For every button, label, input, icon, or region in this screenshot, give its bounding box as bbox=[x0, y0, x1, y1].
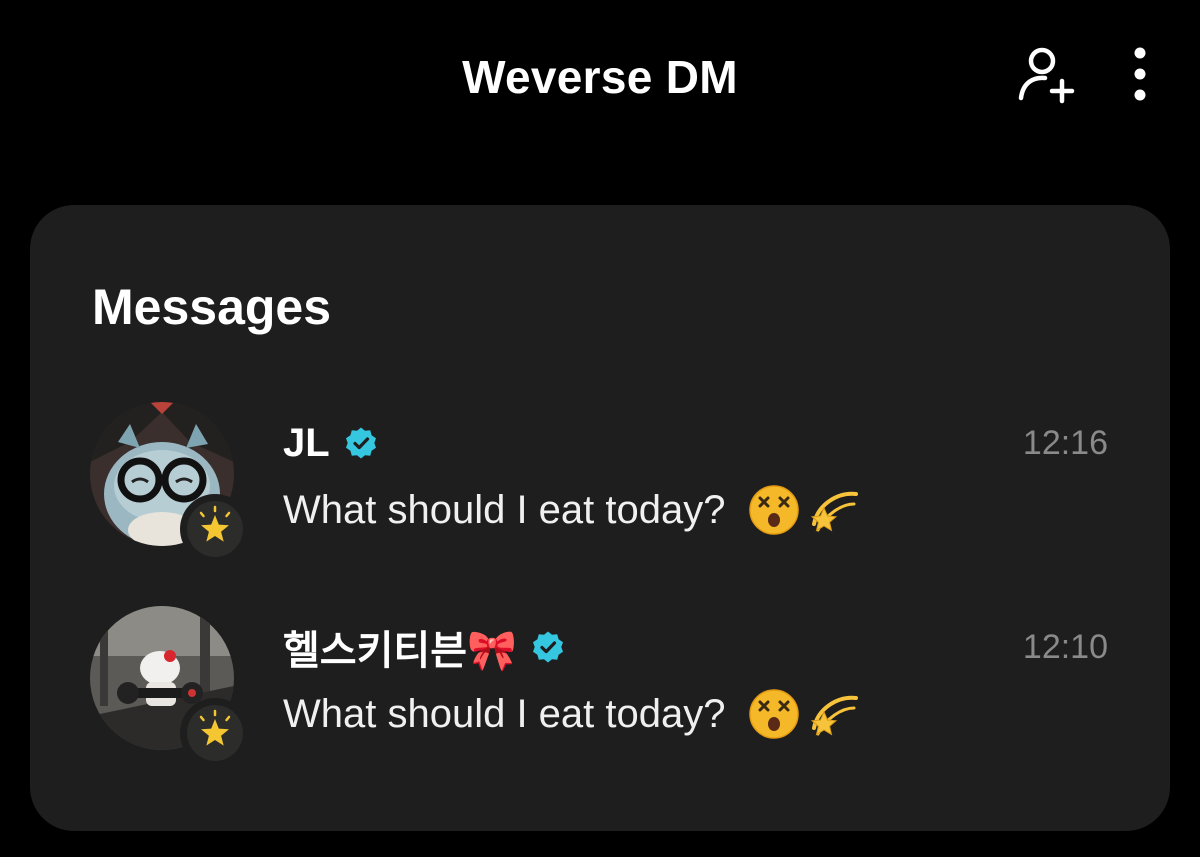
app-header: Weverse DM bbox=[0, 0, 1200, 150]
avatar-badge bbox=[180, 698, 250, 768]
more-options-button[interactable] bbox=[1120, 44, 1160, 104]
message-preview-text: What should I eat today? bbox=[283, 487, 726, 532]
avatar bbox=[90, 402, 250, 564]
contact-name: JL bbox=[283, 420, 330, 465]
message-time: 12:16 bbox=[1022, 424, 1108, 462]
dizzy-face-emoji bbox=[748, 485, 799, 535]
avatar-badge bbox=[180, 494, 250, 564]
dizzy-face-emoji bbox=[748, 689, 799, 739]
more-vertical-icon bbox=[1134, 47, 1146, 101]
dizzy-star-emoji bbox=[810, 695, 858, 736]
conversation-header: JL bbox=[283, 418, 378, 468]
star-badge-icon bbox=[199, 709, 231, 746]
conversation-row-jl[interactable]: JL 12:16 What should I eat today? bbox=[30, 398, 1170, 568]
message-preview: What should I eat today? bbox=[283, 684, 860, 744]
conversation-row-hellskitty[interactable]: 헬스키티븐🎀 12:10 What should I eat today? bbox=[30, 602, 1170, 772]
message-time: 12:10 bbox=[1022, 628, 1108, 666]
contact-name: 헬스키티븐🎀 bbox=[283, 629, 517, 673]
avatar bbox=[90, 606, 250, 768]
dizzy-star-emoji bbox=[810, 491, 858, 532]
message-preview: What should I eat today? bbox=[283, 480, 860, 540]
add-user-icon bbox=[1018, 47, 1075, 104]
conversation-header: 헬스키티븐🎀 bbox=[283, 622, 565, 673]
messages-heading: Messages bbox=[92, 279, 332, 335]
add-user-button[interactable] bbox=[1012, 44, 1076, 104]
star-badge-icon bbox=[199, 505, 231, 542]
message-preview-text: What should I eat today? bbox=[283, 691, 726, 736]
verified-icon bbox=[345, 427, 376, 459]
verified-icon bbox=[532, 631, 563, 663]
messages-card: Messages JL 12:16 What should I eat toda… bbox=[30, 205, 1170, 831]
